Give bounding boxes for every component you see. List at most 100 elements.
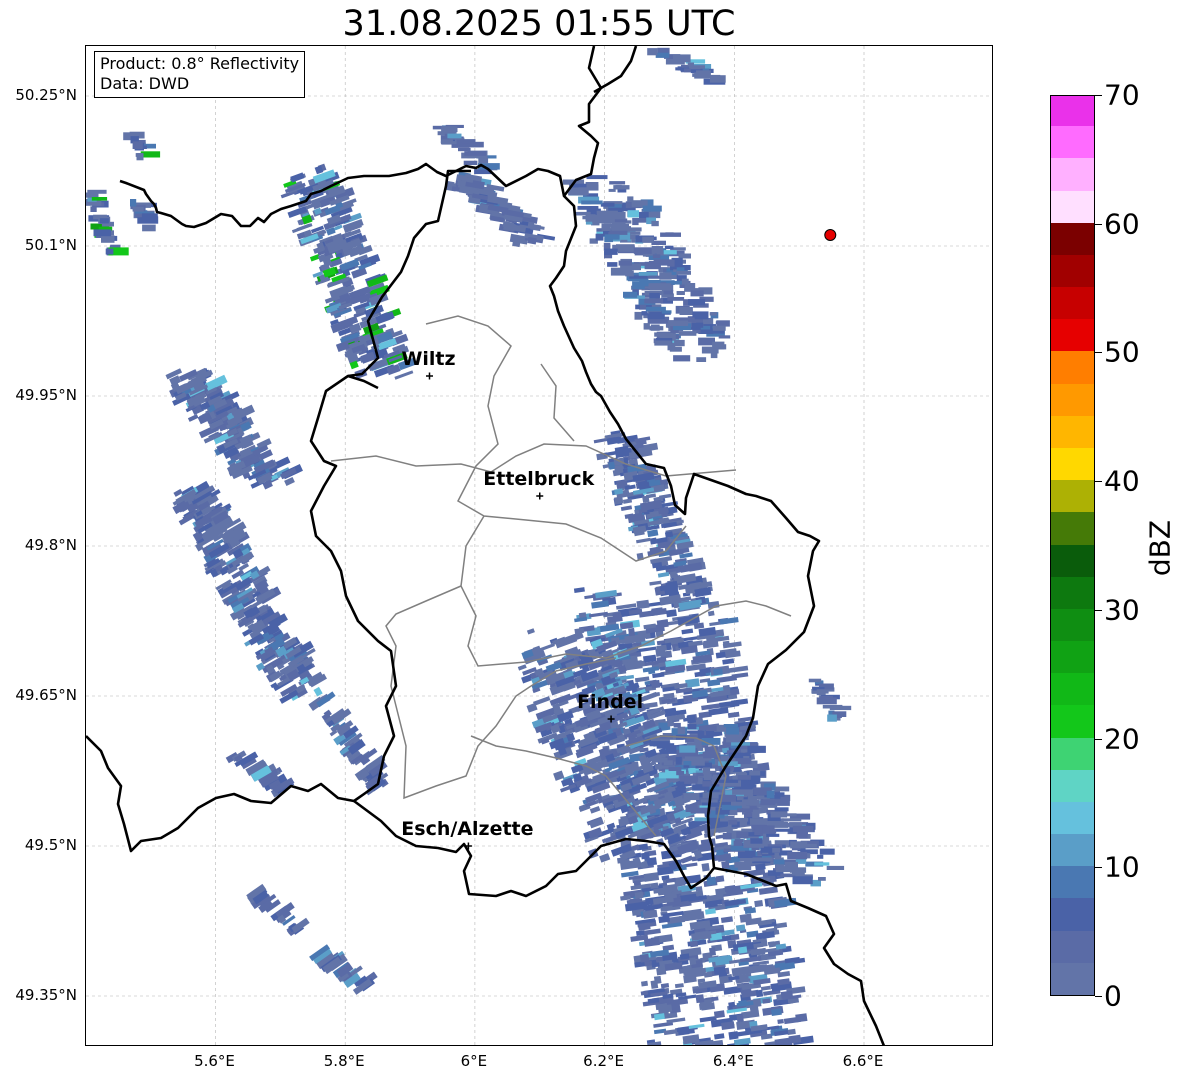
radar-echo-cell — [647, 529, 659, 538]
radar-echo-cell — [660, 232, 681, 237]
radar-echo-cell — [747, 745, 766, 753]
colorbar-segment — [1051, 801, 1094, 835]
radar-echo-cell — [755, 931, 775, 940]
radar-echo-cell — [553, 770, 565, 781]
radar-echo-cell — [135, 213, 143, 218]
radar-echo-cell — [620, 895, 631, 901]
radar-echo-cell — [703, 640, 711, 647]
radar-echo-cell — [755, 989, 764, 998]
radar-echo-cell — [447, 133, 462, 139]
radar-echo-cell — [136, 153, 144, 161]
radar-echo-cell — [650, 324, 660, 331]
radar-echo-cell — [611, 224, 629, 232]
radar-echo-cell — [773, 828, 791, 832]
radar-echo-cell — [773, 859, 785, 865]
radar-echo-cell — [684, 68, 691, 73]
colorbar-tick — [1095, 481, 1102, 483]
radar-echo-cell — [758, 886, 778, 895]
lat-tick-label: 49.35°N — [15, 986, 77, 1004]
colorbar-segment — [1051, 350, 1094, 384]
radar-echo-cell — [581, 200, 603, 205]
radar-echo-cell — [641, 311, 648, 316]
colorbar-segment — [1051, 511, 1094, 545]
radar-echo-cell — [720, 916, 734, 924]
radar-echo-cell — [464, 151, 486, 156]
radar-echo-cell — [778, 799, 786, 805]
colorbar-segment — [1051, 640, 1094, 674]
radar-echo-cell — [618, 260, 632, 266]
lat-tick-label: 49.95°N — [15, 386, 77, 404]
radar-echo-cell — [692, 311, 709, 320]
radar-echo-cell — [642, 236, 654, 243]
radar-echo-cell — [622, 498, 633, 504]
radar-echo-cell — [731, 801, 750, 806]
radar-echo-cell — [695, 994, 705, 1004]
radar-echo-cell — [774, 786, 790, 792]
radar-echo-cell — [676, 771, 684, 776]
radar-echo-cell — [649, 283, 671, 291]
colorbar-segment — [1051, 833, 1094, 867]
radar-echo-cell — [701, 862, 710, 872]
colorbar-tick — [1095, 738, 1102, 740]
radar-echo-cell — [687, 723, 697, 730]
radar-echo-cell — [787, 851, 808, 860]
city-label: Ettelbruck — [483, 468, 595, 490]
colorbar-segment — [1051, 479, 1094, 513]
radar-echo-cell — [792, 1045, 805, 1046]
radar-echo-cell — [817, 854, 824, 859]
info-data-source: Data: DWD — [100, 74, 190, 93]
radar-echo-cell — [652, 757, 668, 763]
radar-echo-cell — [781, 818, 802, 822]
radar-echo-cell — [722, 658, 735, 665]
map-frame — [85, 45, 993, 1046]
radar-echo-cell — [651, 246, 664, 254]
radar-echo-cell — [649, 882, 659, 890]
radar-echo-cell — [679, 307, 693, 315]
radar-echo-cell — [664, 245, 674, 250]
radar-echo-cell — [688, 299, 706, 306]
radar-echo-cell — [816, 689, 826, 696]
radar-echo-cell — [734, 839, 744, 843]
radar-echo-cell — [735, 924, 746, 932]
radar-echo-cell — [657, 571, 670, 578]
lon-tick-label: 6.6°E — [842, 1052, 884, 1070]
radar-echo-cell — [608, 212, 626, 220]
radar-echo-cell — [714, 1033, 725, 1040]
radar-echo-cell — [676, 270, 691, 275]
colorbar-segment — [1051, 704, 1094, 738]
radar-echo-cell — [681, 278, 689, 285]
radar-echo-cell — [603, 223, 612, 227]
radar-echo-cell — [668, 766, 682, 771]
radar-echo-cell — [674, 339, 685, 347]
lat-tick-label: 50.1°N — [24, 236, 77, 254]
radar-echo-cell — [647, 48, 658, 56]
radar-echo-cell — [819, 848, 835, 855]
radar-echo-cell — [723, 724, 738, 728]
radar-echo-cell — [737, 775, 751, 780]
radar-echo-cell — [709, 947, 717, 956]
radar-echo-cell — [709, 75, 726, 83]
lon-tick-label: 5.8°E — [323, 1052, 365, 1070]
radar-echo-cell — [827, 714, 837, 722]
colorbar-segment — [1051, 769, 1094, 802]
radar-echo-cell — [187, 414, 199, 422]
radar-echo-cell — [694, 72, 710, 79]
radar-echo-cell — [173, 488, 183, 497]
colorbar-segment — [1051, 865, 1094, 899]
radar-echo-cell — [650, 679, 661, 689]
radar-echo-cell — [669, 571, 678, 579]
radar-echo-cell — [691, 759, 705, 766]
radar-echo-cell — [628, 627, 636, 637]
radar-echo-cell — [609, 181, 626, 185]
radar-echo-cell — [689, 940, 699, 948]
radar-echo-cell — [99, 218, 109, 224]
radar-echo-cell — [772, 847, 781, 853]
radar-echo-cell — [716, 849, 724, 856]
radar-echo-cell — [678, 253, 691, 259]
lon-tick-label: 6.2°E — [583, 1052, 625, 1070]
city-label: Findel — [577, 691, 644, 713]
radar-echo-cell — [638, 272, 658, 276]
radar-echo-cell — [675, 67, 682, 71]
colorbar-tick-label: 30 — [1104, 593, 1140, 627]
colorbar-segment — [1051, 96, 1094, 127]
